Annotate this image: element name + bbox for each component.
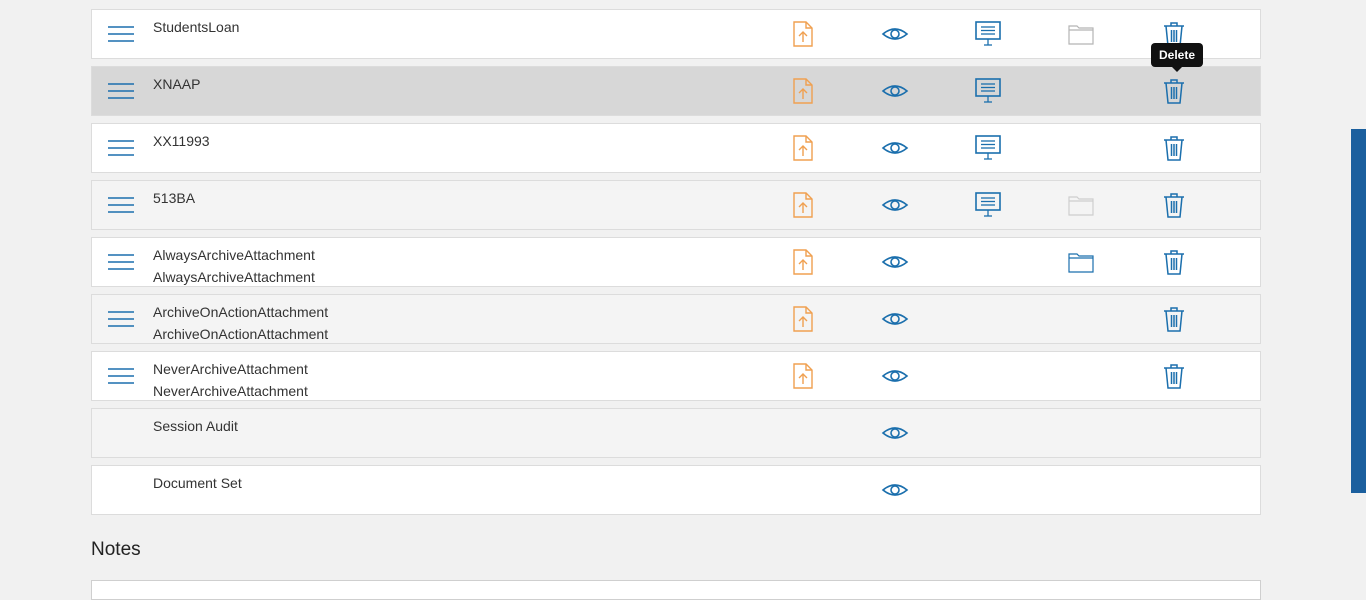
delete-tooltip: Delete — [1151, 43, 1204, 72]
presentation-icon[interactable] — [974, 20, 1002, 48]
hamburger-menu-icon[interactable] — [108, 195, 134, 215]
attachment-name: StudentsLoan — [153, 19, 240, 35]
attachment-list: StudentsLoan XNAAP XX11993 513BA AlwaysA… — [91, 9, 1261, 522]
hamburger-menu-icon[interactable] — [108, 309, 134, 329]
hamburger-menu-icon[interactable] — [108, 252, 134, 272]
eye-icon[interactable] — [881, 134, 909, 162]
file-upload-icon[interactable] — [789, 191, 817, 219]
attachment-names: XX11993 — [153, 130, 210, 152]
attachment-row: XNAAP — [91, 66, 1261, 116]
attachment-names: Document Set — [153, 472, 242, 494]
attachment-name: 513BA — [153, 190, 196, 206]
eye-icon[interactable] — [881, 419, 909, 447]
eye-icon[interactable] — [881, 248, 909, 276]
trash-icon[interactable] — [1160, 191, 1188, 219]
attachment-names: NeverArchiveAttachment NeverArchiveAttac… — [153, 358, 308, 402]
trash-icon[interactable] — [1160, 305, 1188, 333]
attachment-row: Session Audit — [91, 408, 1261, 458]
trash-icon[interactable] — [1160, 134, 1188, 162]
eye-icon[interactable] — [881, 77, 909, 105]
file-upload-icon[interactable] — [789, 248, 817, 276]
attachment-name: ArchiveOnActionAttachment — [153, 304, 329, 320]
folder-icon[interactable] — [1067, 248, 1095, 276]
attachment-row: AlwaysArchiveAttachment AlwaysArchiveAtt… — [91, 237, 1261, 287]
notes-input[interactable] — [91, 580, 1261, 600]
attachment-subname: ArchiveOnActionAttachment — [153, 326, 329, 342]
file-upload-icon[interactable] — [789, 362, 817, 390]
attachment-names: XNAAP — [153, 73, 200, 95]
presentation-icon[interactable] — [974, 191, 1002, 219]
eye-icon[interactable] — [881, 305, 909, 333]
attachment-row: ArchiveOnActionAttachment ArchiveOnActio… — [91, 294, 1261, 344]
folder-icon[interactable] — [1067, 20, 1095, 48]
attachment-subname: AlwaysArchiveAttachment — [153, 269, 315, 285]
trash-icon[interactable] — [1160, 362, 1188, 390]
attachment-row: 513BA — [91, 180, 1261, 230]
presentation-icon[interactable] — [974, 77, 1002, 105]
eye-icon[interactable] — [881, 20, 909, 48]
notes-heading: Notes — [91, 539, 141, 560]
attachment-name: Session Audit — [153, 418, 238, 434]
attachment-name: Document Set — [153, 475, 242, 491]
hamburger-menu-icon[interactable] — [108, 24, 134, 44]
eye-icon[interactable] — [881, 476, 909, 504]
file-upload-icon[interactable] — [789, 305, 817, 333]
trash-icon[interactable] — [1160, 248, 1188, 276]
file-upload-icon[interactable] — [789, 20, 817, 48]
trash-icon[interactable] — [1160, 77, 1188, 105]
side-panel-tab[interactable] — [1351, 129, 1366, 493]
attachment-row: Document Set — [91, 465, 1261, 515]
hamburger-menu-icon[interactable] — [108, 366, 134, 386]
hamburger-menu-icon[interactable] — [108, 81, 134, 101]
file-upload-icon[interactable] — [789, 77, 817, 105]
attachment-name: XNAAP — [153, 76, 201, 92]
folder-icon[interactable] — [1067, 191, 1095, 219]
attachment-name: NeverArchiveAttachment — [153, 361, 308, 377]
file-upload-icon[interactable] — [789, 134, 817, 162]
attachment-row: NeverArchiveAttachment NeverArchiveAttac… — [91, 351, 1261, 401]
attachment-subname: NeverArchiveAttachment — [153, 383, 308, 399]
hamburger-menu-icon[interactable] — [108, 138, 134, 158]
attachment-row: XX11993 — [91, 123, 1261, 173]
eye-icon[interactable] — [881, 362, 909, 390]
attachment-row: StudentsLoan — [91, 9, 1261, 59]
attachment-names: Session Audit — [153, 415, 238, 437]
attachment-name: AlwaysArchiveAttachment — [153, 247, 315, 263]
attachment-name: XX11993 — [153, 133, 210, 149]
attachment-names: StudentsLoan — [153, 16, 239, 38]
attachment-names: 513BA — [153, 187, 195, 209]
attachment-names: AlwaysArchiveAttachment AlwaysArchiveAtt… — [153, 244, 315, 288]
presentation-icon[interactable] — [974, 134, 1002, 162]
attachment-names: ArchiveOnActionAttachment ArchiveOnActio… — [153, 301, 328, 345]
eye-icon[interactable] — [881, 191, 909, 219]
